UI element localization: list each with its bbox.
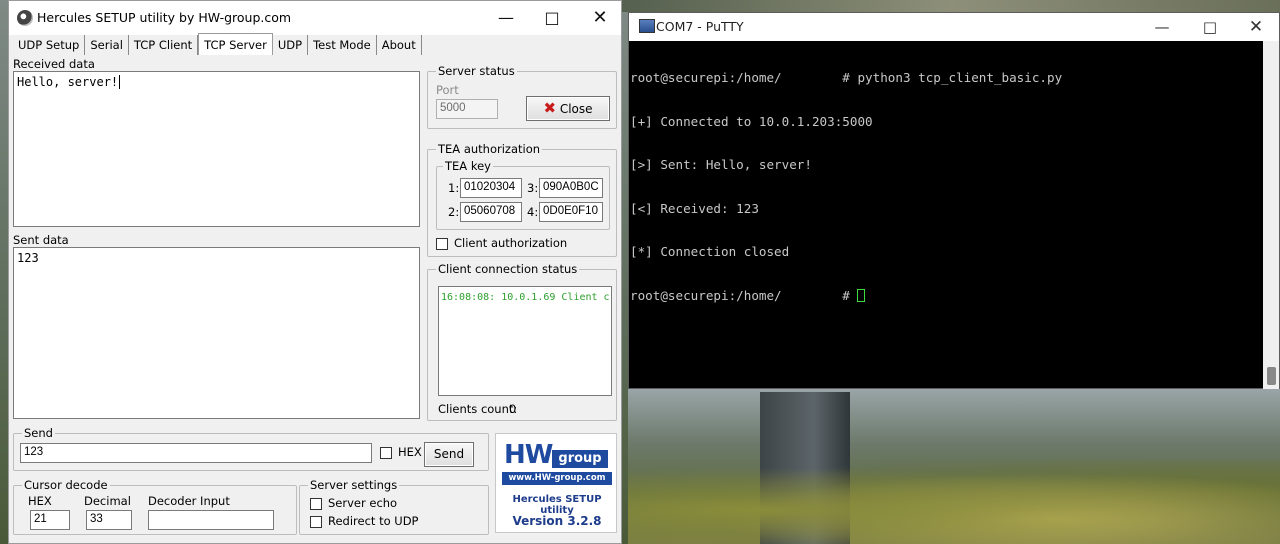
cursor-decode-title: Cursor decode [22,478,110,492]
close-x-icon: ✖ [543,99,557,117]
hex-checkbox[interactable] [380,447,392,459]
desktop-wallpaper-top [622,0,1280,12]
server-status-group: Server status Port 5000 ✖ Close [427,64,617,129]
port-input[interactable]: 5000 [436,99,498,119]
send-group: Send 123 HEX Send [13,426,489,471]
tea-authorization-group: TEA authorization TEA key 1: 01020304 3:… [427,142,617,257]
putty-window: COM7 - PuTTY — □ ✕ root@securepi:/home/ … [628,12,1280,389]
cursor-hex-label: HEX [28,494,52,508]
sent-data-area[interactable]: 123 [13,247,420,419]
sent-data-label: Sent data [13,233,69,247]
key-3-input[interactable]: 090A0B0C [539,178,603,198]
hercules-app-icon [17,10,33,26]
received-data-area[interactable]: Hello, server!​ [13,71,420,227]
putty-title-bar[interactable]: COM7 - PuTTY — □ ✕ [629,13,1279,41]
sent-data-text: 123 [17,251,39,265]
redirect-to-udp-label: Redirect to UDP [328,514,419,528]
received-data-text: Hello, server! [17,75,119,89]
tab-udp-setup[interactable]: UDP Setup [13,35,86,55]
cursor-decimal-label: Decimal [84,494,131,508]
hw-logo-group: group [552,450,608,468]
client-log-entry: 16:08:08: 10.0.1.69 Client c [441,292,610,303]
terminal-scrollbar-thumb[interactable] [1267,367,1276,385]
terminal-scrollbar[interactable] [1263,41,1279,389]
terminal-line: root@securepi:/home/ # python3 tcp_clien… [630,70,1063,85]
key-3-label: 3: [527,181,539,195]
terminal-output[interactable]: root@securepi:/home/ # python3 tcp_clien… [629,41,1263,389]
terminal-line: [*] Connection closed [630,244,790,259]
desktop-wallpaper-foliage [628,460,1280,544]
decoder-input-label: Decoder Input [148,494,230,508]
send-input[interactable]: 123 [20,443,372,463]
client-connection-log[interactable]: 16:08:08: 10.0.1.69 Client c [438,286,612,396]
terminal-line: [>] Sent: Hello, server! [630,157,812,172]
hercules-window: Hercules SETUP utility by HW-group.com —… [8,0,622,544]
tab-about[interactable]: About [376,35,422,55]
key-1-label: 1: [448,181,460,195]
key-1-input[interactable]: 01020304 [460,178,522,198]
cursor-hex-field[interactable]: 21 [30,510,70,530]
tab-tcp-server[interactable]: TCP Server [198,33,273,55]
cursor-decimal-field[interactable]: 33 [86,510,132,530]
product-version: Version 3.2.8 [512,514,602,528]
putty-window-title: COM7 - PuTTY [656,19,744,34]
server-settings-title: Server settings [308,478,400,492]
terminal-cursor [857,288,866,302]
server-settings-group: Server settings Server echo Redirect to … [299,478,489,535]
maximize-button[interactable]: □ [529,1,575,35]
close-button[interactable]: ✖ Close [526,96,610,121]
hercules-title-bar[interactable]: Hercules SETUP utility by HW-group.com —… [9,1,621,35]
terminal-line: [<] Received: 123 [630,200,759,216]
terminal-prompt-line: root@securepi:/home/ # [630,287,1262,304]
received-data-label: Received data [13,57,95,71]
putty-app-icon [639,19,655,33]
text-caret: ​ [119,75,121,89]
key-2-input[interactable]: 05060708 [460,202,522,222]
tab-tcp-client[interactable]: TCP Client [128,35,199,55]
port-label: Port [436,83,459,97]
close-button-label: Close [559,102,593,116]
hw-logo-url: www.HW-group.com [502,472,612,485]
putty-minimize-button[interactable]: — [1139,13,1185,41]
tea-key-group: TEA key 1: 01020304 3: 090A0B0C 2: 05060… [436,159,610,230]
cursor-decode-group: Cursor decode HEX Decimal Decoder Input … [13,478,297,535]
hw-group-logo: HW group www.HW-group.com Hercules SETUP… [495,433,617,533]
client-authorization-label: Client authorization [454,236,568,250]
terminal-line: [+] Connected to 10.0.1.203:5000 [630,113,873,129]
tea-authorization-title: TEA authorization [436,142,543,156]
tab-test-mode[interactable]: Test Mode [308,35,377,55]
terminal-prompt: root@securepi:/home/ # [630,287,858,303]
server-status-title: Server status [436,64,517,78]
clients-count-value: 0 [509,402,517,416]
server-echo-checkbox[interactable] [310,498,322,510]
key-2-label: 2: [448,205,460,219]
client-authorization-checkbox[interactable] [436,238,448,250]
server-echo-label: Server echo [328,496,398,510]
key-4-input[interactable]: 0D0E0F10 [539,202,603,222]
hex-checkbox-label: HEX [398,445,422,459]
clients-count-label: Clients count: [438,402,518,416]
minimize-button[interactable]: — [483,1,529,35]
product-name: Hercules SETUP utility [512,494,602,516]
key-4-label: 4: [527,205,539,219]
tab-serial[interactable]: Serial [85,35,129,55]
decoder-input-field[interactable] [148,510,274,530]
putty-maximize-button[interactable]: □ [1187,13,1233,41]
client-connection-status-group: Client connection status 16:08:08: 10.0.… [427,262,617,421]
send-title: Send [22,426,55,440]
tab-udp[interactable]: UDP [272,35,309,55]
client-connection-status-title: Client connection status [436,262,580,276]
window-title: Hercules SETUP utility by HW-group.com [37,10,292,25]
close-window-button[interactable]: ✕ [577,1,623,35]
tea-key-title: TEA key [443,159,493,173]
tab-bar: UDP Setup Serial TCP Client TCP Server U… [13,33,422,55]
redirect-to-udp-checkbox[interactable] [310,516,322,528]
send-button[interactable]: Send [424,442,474,467]
putty-close-button[interactable]: ✕ [1233,13,1279,41]
hw-logo-letters: HW [504,440,553,470]
